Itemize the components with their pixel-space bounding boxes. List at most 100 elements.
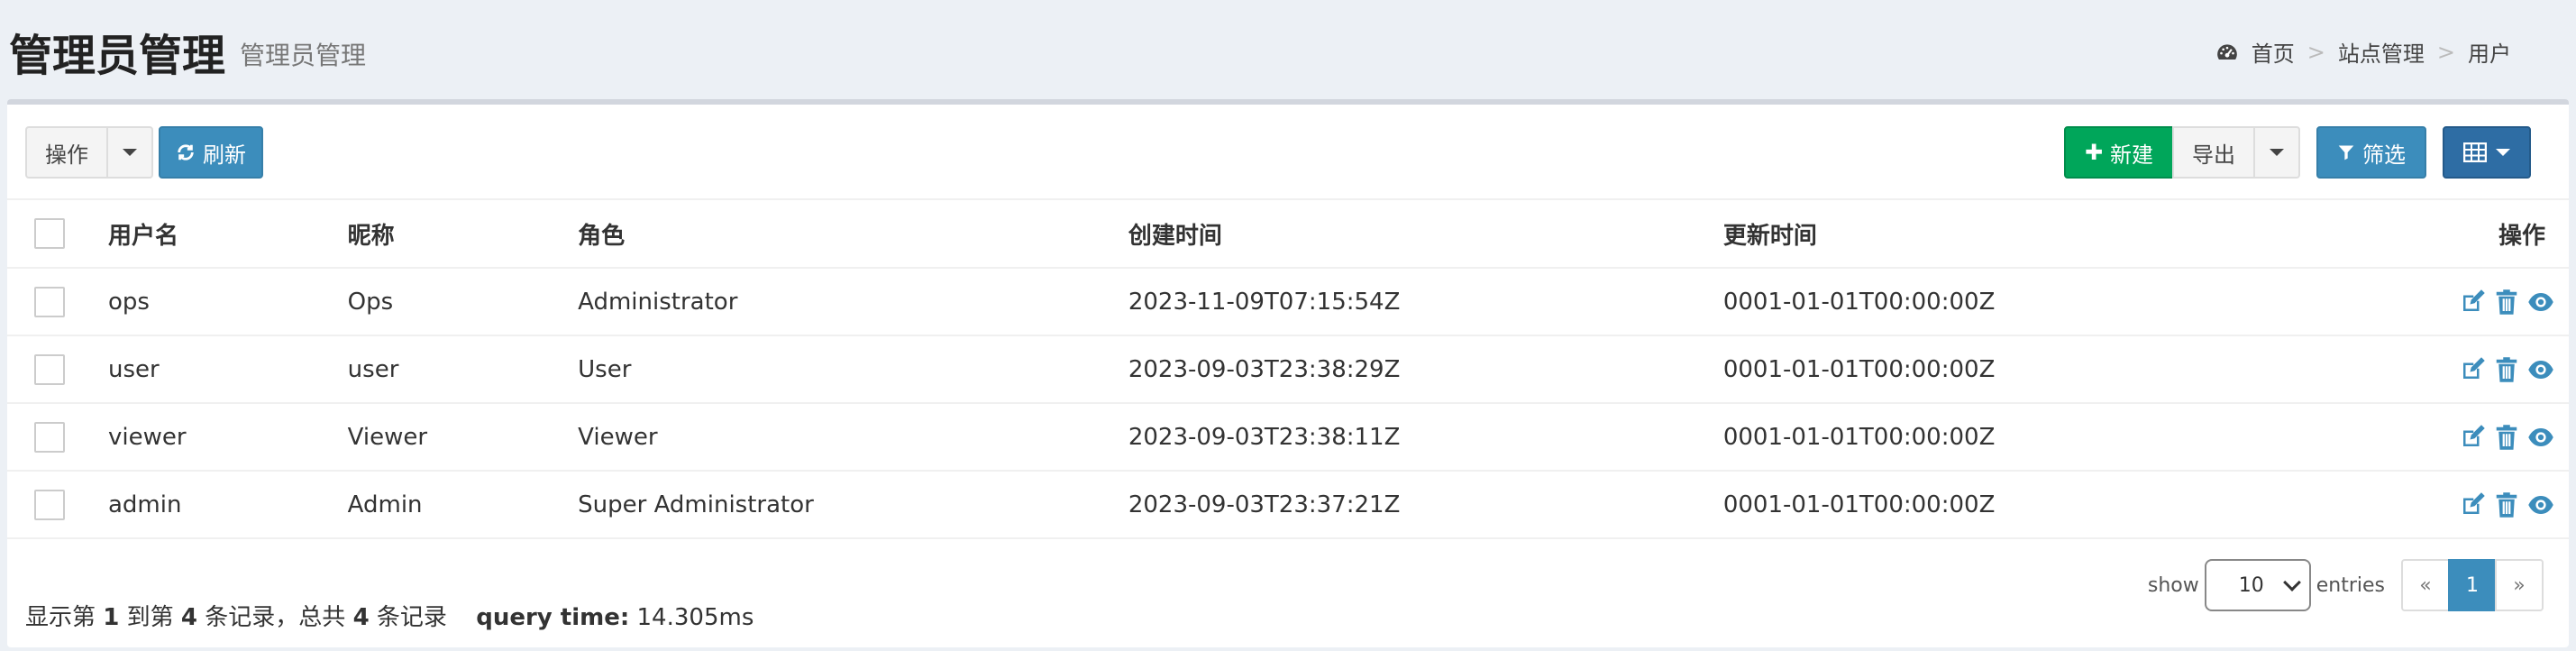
- cell-nickname: Viewer: [347, 403, 579, 472]
- cell-updated-at: 0001-01-01T00:00:00Z: [1722, 268, 2459, 336]
- cell-role: Administrator: [578, 268, 1128, 336]
- cell-actions: [2459, 335, 2569, 404]
- row-checkbox[interactable]: [34, 489, 65, 520]
- plus-icon: ✚: [2084, 140, 2104, 165]
- content-header: 管理员管理 管理员管理 首页 > 站点管理 > 用户: [0, 0, 2576, 101]
- table-row[interactable]: admin Admin Super Administrator 2023-09-03T…: [7, 471, 2569, 539]
- column-header-role[interactable]: 角色: [578, 200, 1128, 269]
- breadcrumb-separator: >: [2436, 39, 2455, 65]
- dashboard-icon: [2216, 43, 2237, 60]
- eye-icon[interactable]: [2527, 424, 2554, 451]
- page-title: 管理员管理: [9, 31, 226, 81]
- filter-icon: [2338, 145, 2354, 160]
- batch-action-button[interactable]: 操作: [25, 126, 108, 179]
- prev-page-button[interactable]: «: [2401, 559, 2450, 611]
- trash-icon[interactable]: [2493, 356, 2520, 383]
- per-page-value: 10: [2238, 573, 2264, 597]
- trash-icon[interactable]: [2493, 491, 2520, 518]
- caret-down-icon: [123, 149, 137, 156]
- eye-icon[interactable]: [2527, 491, 2554, 518]
- cell-nickname: Admin: [347, 471, 579, 539]
- row-checkbox[interactable]: [34, 421, 65, 453]
- cell-actions: [2459, 268, 2569, 336]
- users-panel: 操作 刷新 ✚ 新建 导出 筛选 用户名 昵称 角色 创建时间 更新时间 操作 …: [7, 99, 2569, 647]
- column-header-username[interactable]: 用户名: [107, 200, 348, 269]
- summary-to: 4: [180, 604, 198, 631]
- column-header-nickname[interactable]: 昵称: [347, 200, 579, 269]
- caret-down-icon: [2270, 149, 2284, 156]
- table-icon: [2463, 142, 2487, 162]
- edit-icon[interactable]: [2459, 491, 2486, 518]
- new-label: 新建: [2110, 142, 2154, 168]
- per-page-select[interactable]: 10: [2204, 559, 2311, 611]
- caret-down-icon: [2496, 149, 2510, 156]
- cell-username: viewer: [107, 403, 348, 472]
- table-row[interactable]: viewer Viewer Viewer 2023-09-03T23:38:11Z 00…: [7, 403, 2569, 472]
- summary-text: 显示第: [25, 604, 96, 631]
- edit-icon[interactable]: [2459, 424, 2486, 451]
- eye-icon[interactable]: [2527, 289, 2554, 316]
- query-time-value: 14.305ms: [636, 604, 754, 631]
- batch-action-label: 操作: [45, 142, 88, 168]
- trash-icon[interactable]: [2493, 289, 2520, 316]
- cell-created-at: 2023-09-03T23:38:11Z: [1128, 403, 1723, 472]
- summary-text: 条记录，总共: [205, 604, 346, 631]
- page-button-1[interactable]: 1: [2448, 559, 2497, 611]
- edit-icon[interactable]: [2459, 289, 2486, 316]
- column-header-updated-at[interactable]: 更新时间: [1722, 200, 2459, 269]
- cell-updated-at: 0001-01-01T00:00:00Z: [1722, 403, 2459, 472]
- new-button[interactable]: ✚ 新建: [2064, 126, 2174, 179]
- row-checkbox[interactable]: [34, 286, 65, 317]
- pagination: « 1 »: [2401, 559, 2544, 611]
- edit-icon[interactable]: [2459, 356, 2486, 383]
- select-all-checkbox[interactable]: [34, 218, 65, 249]
- export-dropdown-button[interactable]: [2253, 126, 2300, 179]
- eye-icon[interactable]: [2527, 356, 2554, 383]
- entries-label: entries: [2316, 573, 2385, 597]
- cell-created-at: 2023-09-03T23:37:21Z: [1128, 471, 1723, 539]
- cell-role: User: [578, 335, 1128, 404]
- filter-button[interactable]: 筛选: [2316, 126, 2426, 179]
- table-summary: 显示第 1 到第 4 条记录，总共 4 条记录 query time: 14.3…: [25, 599, 754, 632]
- breadcrumb-home[interactable]: 首页: [2252, 36, 2295, 68]
- summary-total: 4: [352, 604, 370, 631]
- export-label: 导出: [2192, 142, 2235, 168]
- summary-text: 到第: [126, 604, 174, 631]
- breadcrumb: 首页 > 站点管理 > 用户: [2215, 36, 2511, 68]
- page-subtitle: 管理员管理: [240, 41, 367, 70]
- row-checkbox[interactable]: [34, 353, 65, 385]
- breadcrumb-separator: >: [2307, 39, 2325, 65]
- cell-username: user: [107, 335, 348, 404]
- breadcrumb-site-management[interactable]: 站点管理: [2338, 36, 2425, 68]
- cell-actions: [2459, 403, 2569, 472]
- cell-role: Viewer: [578, 403, 1128, 472]
- show-label: show: [2147, 573, 2199, 597]
- table-row[interactable]: ops Ops Administrator 2023-11-09T07:15:54Z 0…: [7, 268, 2569, 336]
- cell-username: ops: [107, 268, 348, 336]
- export-button[interactable]: 导出: [2172, 126, 2255, 179]
- chevron-down-icon: [2282, 573, 2301, 591]
- summary-text: 条记录: [376, 604, 447, 631]
- column-header-created-at[interactable]: 创建时间: [1128, 200, 1723, 269]
- table-row[interactable]: user user User 2023-09-03T23:38:29Z 0001-01-…: [7, 335, 2569, 404]
- cell-nickname: Ops: [347, 268, 579, 336]
- refresh-label: 刷新: [203, 142, 246, 168]
- breadcrumb-users: 用户: [2468, 41, 2511, 67]
- filter-label: 筛选: [2362, 142, 2406, 168]
- column-header-actions: 操作: [2459, 200, 2569, 269]
- batch-action-dropdown-button[interactable]: [106, 126, 153, 179]
- cell-created-at: 2023-09-03T23:38:29Z: [1128, 335, 1723, 404]
- cell-actions: [2459, 471, 2569, 539]
- refresh-button[interactable]: 刷新: [159, 126, 263, 179]
- cell-updated-at: 0001-01-01T00:00:00Z: [1722, 471, 2459, 539]
- cell-nickname: user: [347, 335, 579, 404]
- toolbar: 操作 刷新 ✚ 新建 导出 筛选: [7, 105, 2569, 200]
- trash-icon[interactable]: [2493, 424, 2520, 451]
- query-time-label: query time:: [476, 604, 630, 631]
- cell-created-at: 2023-11-09T07:15:54Z: [1128, 268, 1723, 336]
- users-table: 用户名 昵称 角色 创建时间 更新时间 操作 ops Ops Administrat…: [7, 200, 2569, 539]
- next-page-button[interactable]: »: [2495, 559, 2544, 611]
- cell-username: admin: [107, 471, 348, 539]
- columns-button[interactable]: [2443, 126, 2531, 179]
- refresh-icon: [178, 144, 194, 160]
